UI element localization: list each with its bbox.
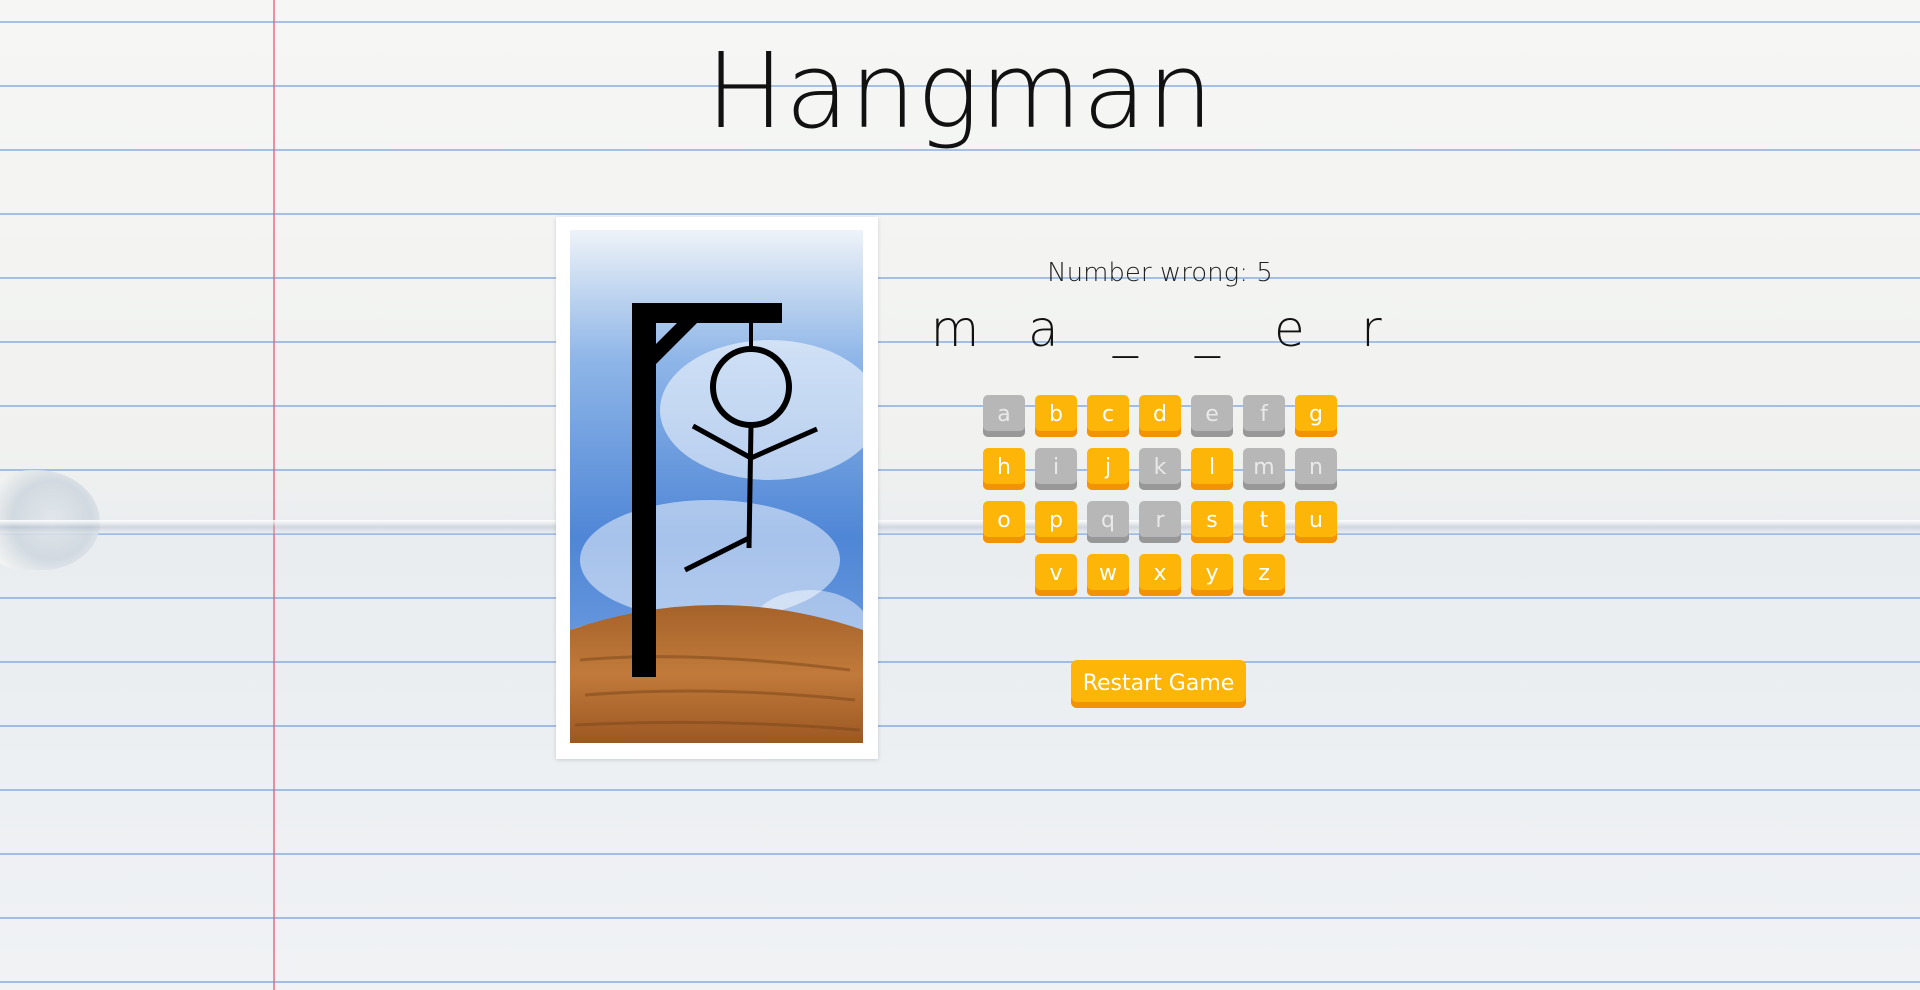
letter-key-h[interactable]: h	[983, 448, 1025, 490]
letter-key-r: r	[1139, 501, 1181, 543]
letter-key-z[interactable]: z	[1243, 554, 1285, 596]
letter-keyboard: abcdefg hijklmn opqrstu vwxyz	[980, 395, 1340, 607]
game-info: Number wrong: 5 m a _ _ e r	[900, 258, 1420, 358]
letter-key-j[interactable]: j	[1087, 448, 1129, 490]
word-letter: a	[1028, 300, 1059, 358]
letter-key-x[interactable]: x	[1139, 554, 1181, 596]
letter-key-b[interactable]: b	[1035, 395, 1077, 437]
letter-key-i: i	[1035, 448, 1077, 490]
letter-key-t[interactable]: t	[1243, 501, 1285, 543]
letter-key-k: k	[1139, 448, 1181, 490]
letter-key-s[interactable]: s	[1191, 501, 1233, 543]
letter-key-v[interactable]: v	[1035, 554, 1077, 596]
word-letter: e	[1273, 300, 1305, 358]
letter-key-f: f	[1243, 395, 1285, 437]
restart-game-button[interactable]: Restart Game	[1071, 660, 1246, 708]
page-title: Hangman	[705, 30, 1215, 152]
letter-key-l[interactable]: l	[1191, 448, 1233, 490]
letter-key-p[interactable]: p	[1035, 501, 1077, 543]
letter-key-y[interactable]: y	[1191, 554, 1233, 596]
letter-key-n: n	[1295, 448, 1337, 490]
word-letter: m	[930, 300, 980, 358]
letter-key-c[interactable]: c	[1087, 395, 1129, 437]
keyboard-row: vwxyz	[980, 554, 1340, 596]
wrong-guess-counter: Number wrong: 5	[1047, 258, 1273, 288]
letter-key-q: q	[1087, 501, 1129, 543]
letter-key-g[interactable]: g	[1295, 395, 1337, 437]
keyboard-row: abcdefg	[980, 395, 1340, 437]
hangman-image-frame	[556, 217, 878, 759]
letter-key-o[interactable]: o	[983, 501, 1025, 543]
hangman-gallows-icon	[570, 230, 863, 743]
paper-fold	[0, 520, 1920, 534]
letter-key-e: e	[1191, 395, 1233, 437]
letter-key-w[interactable]: w	[1087, 554, 1129, 596]
keyboard-row: opqrstu	[980, 501, 1340, 543]
letter-key-a: a	[983, 395, 1025, 437]
word-letter: r	[1361, 300, 1382, 358]
word-letter: _	[1112, 300, 1138, 358]
word-letter: _	[1194, 300, 1220, 358]
letter-key-d[interactable]: d	[1139, 395, 1181, 437]
keyboard-row: hijklmn	[980, 448, 1340, 490]
letter-key-u[interactable]: u	[1295, 501, 1337, 543]
word-display: m a _ _ e r	[900, 300, 1420, 358]
letter-key-m: m	[1243, 448, 1285, 490]
